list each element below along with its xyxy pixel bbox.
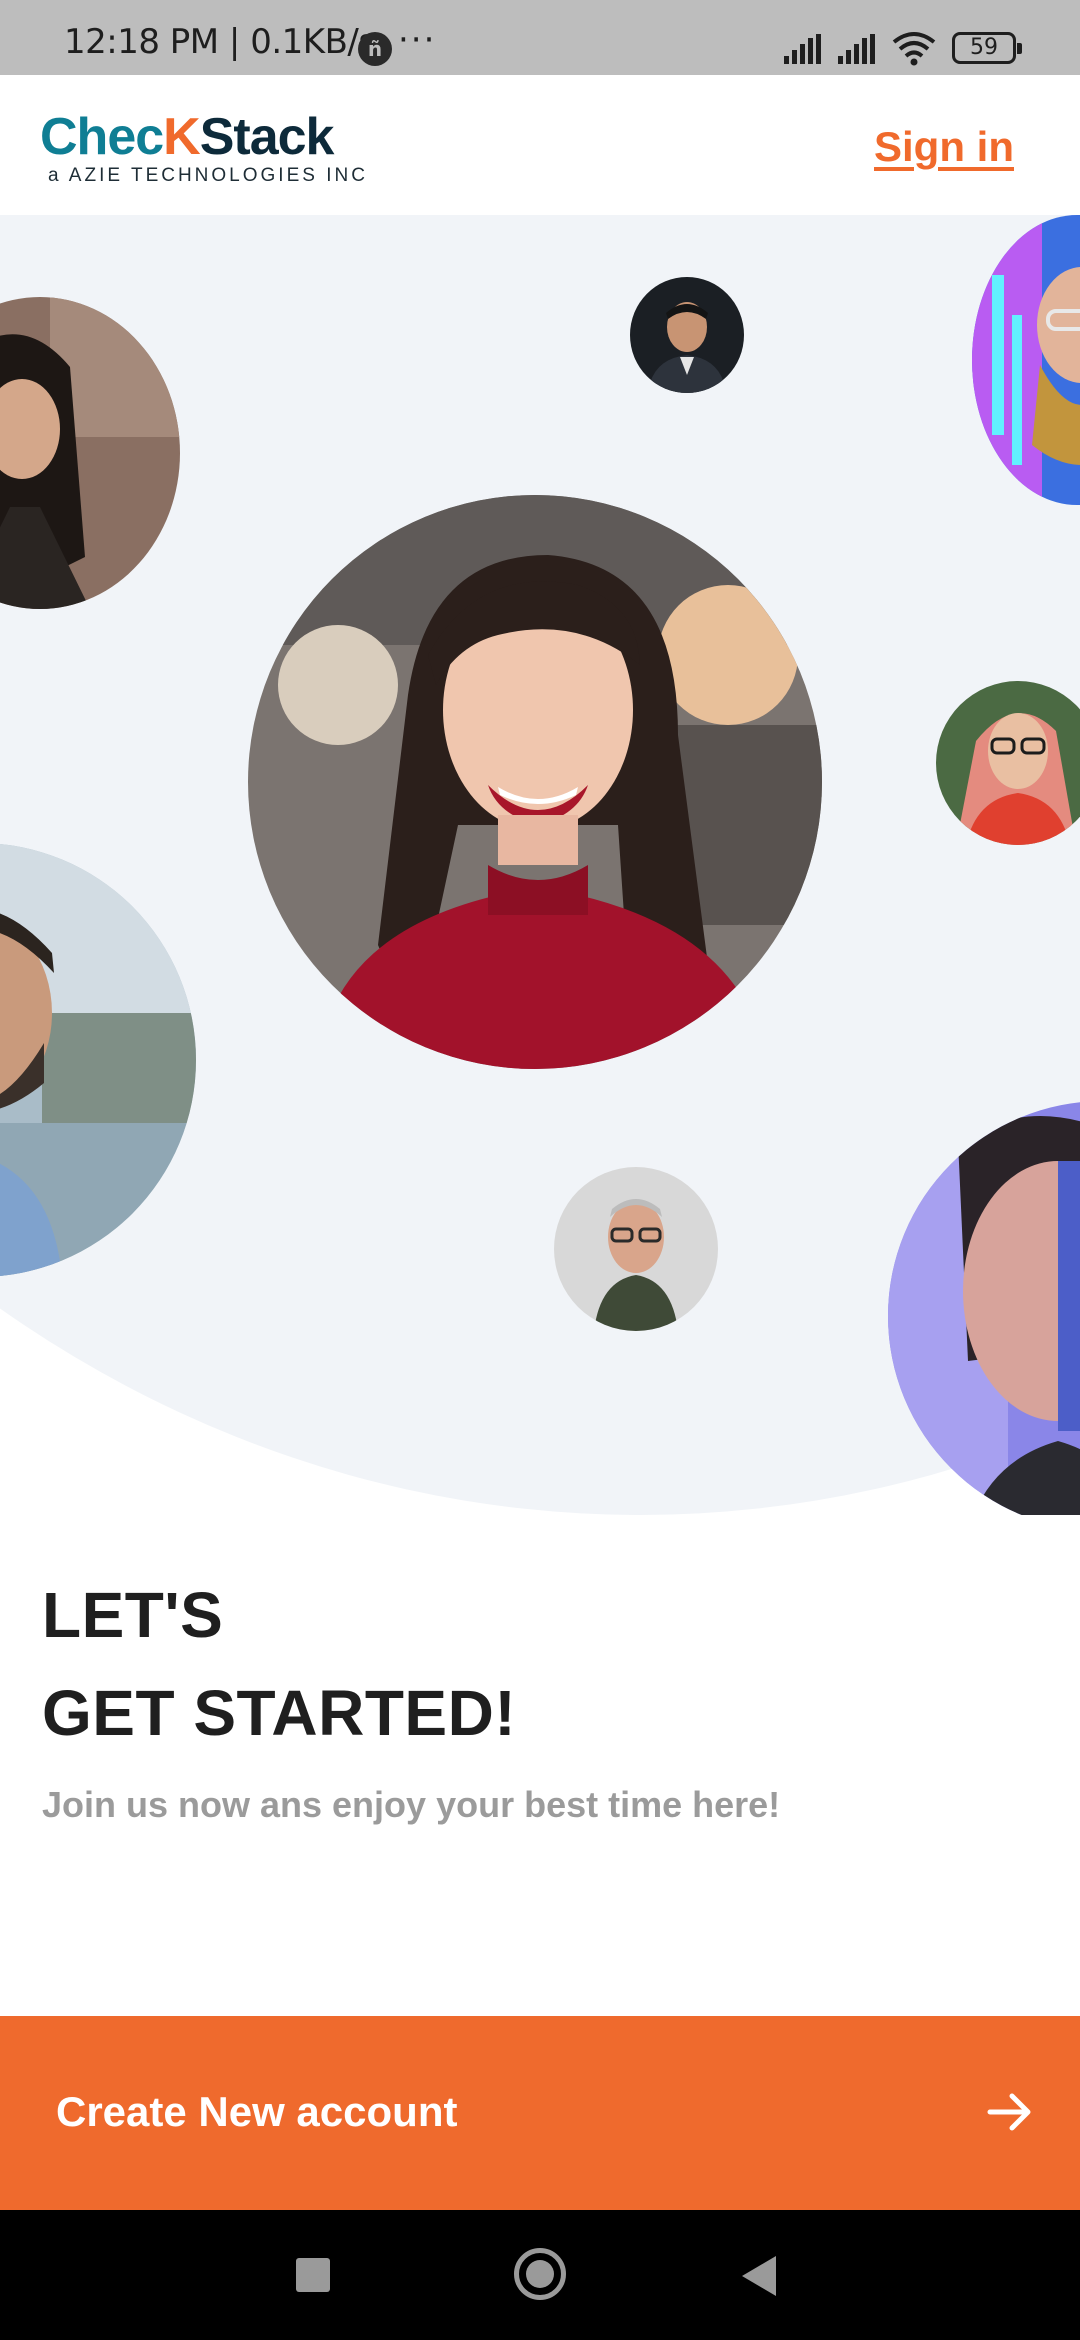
more-notifications-icon: ··· — [398, 20, 437, 60]
app-header: ChecKStack a AZIE TECHNOLOGIES INC Sign … — [0, 75, 1080, 215]
back-triangle-icon[interactable] — [742, 2256, 776, 2296]
logo-subtitle: a AZIE TECHNOLOGIES INC — [48, 165, 368, 186]
recents-square-icon[interactable] — [296, 2258, 330, 2292]
logo-wordmark: ChecKStack — [40, 108, 334, 166]
wifi-icon — [892, 32, 936, 66]
avatar-smiling-woman — [248, 495, 822, 1069]
sign-in-link[interactable]: Sign in — [874, 123, 1014, 171]
checkstack-logo: ChecKStack a AZIE TECHNOLOGIES INC — [40, 109, 368, 187]
create-account-button[interactable]: Create New account — [0, 2016, 1080, 2210]
create-account-label: Create New account — [56, 2088, 458, 2135]
hero-avatars — [0, 215, 1080, 1515]
status-time: 12:18 PM | 0.1KB/s — [64, 22, 376, 62]
arrow-right-icon — [987, 2093, 1031, 2131]
headline-line-2: GET STARTED! — [42, 1677, 517, 1749]
signal-icon — [784, 34, 821, 64]
system-nav-bar — [0, 2210, 1080, 2340]
status-bar: 12:18 PM | 0.1KB/s ñ ··· 59 — [0, 0, 1080, 75]
home-circle-icon[interactable] — [514, 2248, 566, 2300]
avatar-older-man — [554, 1167, 718, 1331]
battery-icon: 59 — [952, 32, 1022, 64]
subline: Join us now ans enjoy your best time her… — [42, 1784, 781, 1825]
avatar-man-top — [630, 277, 744, 393]
notification-icon: ñ — [358, 32, 392, 66]
headline-line-1: LET'S — [42, 1579, 224, 1651]
signal-icon — [838, 34, 875, 64]
